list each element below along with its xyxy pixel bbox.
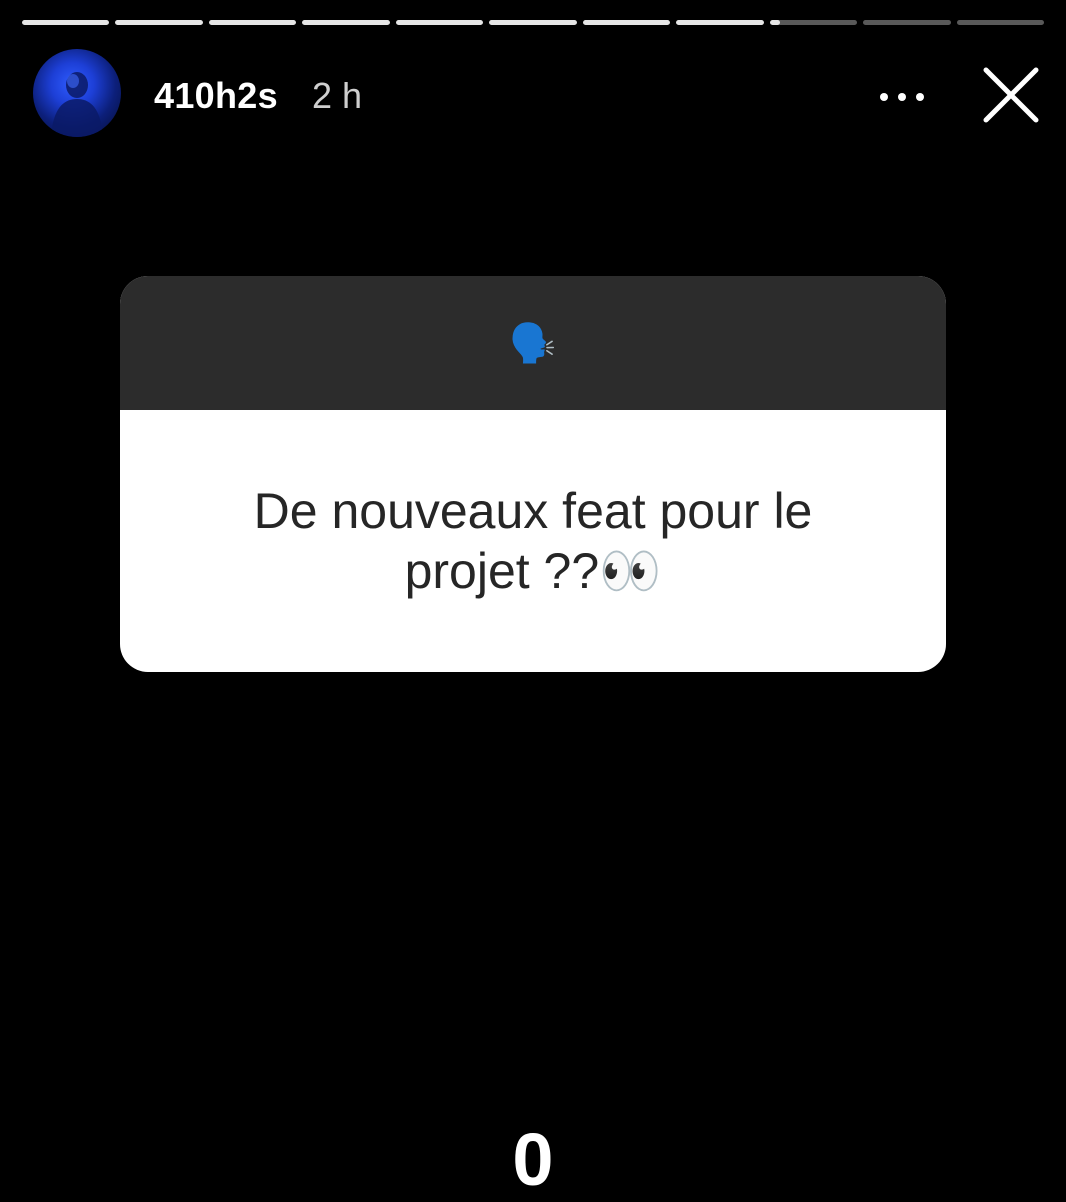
story-progress-segment <box>956 20 1044 25</box>
story-progress-segment <box>302 20 390 25</box>
story-progress-segment <box>769 20 858 25</box>
close-button[interactable] <box>976 62 1046 132</box>
story-progress-fill <box>769 20 781 25</box>
more-options-button[interactable] <box>872 80 932 114</box>
story-progress-segment <box>582 20 671 25</box>
avatar[interactable] <box>33 49 121 137</box>
question-text: De nouveaux feat pour le projet ??👀 <box>253 483 813 599</box>
story-progress-bar <box>22 20 1044 25</box>
story-progress-fill <box>582 20 671 25</box>
close-icon <box>983 67 1039 123</box>
question-sticker-header: 🗣️ <box>120 276 946 410</box>
story-progress-fill <box>208 20 297 25</box>
speaking-head-icon: 🗣️ <box>509 320 557 365</box>
story-progress-fill <box>489 20 577 25</box>
avatar-silhouette <box>51 72 103 137</box>
story-progress-segment <box>395 20 484 25</box>
story-progress-segment <box>489 20 577 25</box>
story-progress-segment <box>115 20 203 25</box>
story-progress-segment <box>208 20 297 25</box>
question-sticker-body: De nouveaux feat pour le projet ??👀 <box>120 410 946 672</box>
story-progress-segment <box>863 20 951 25</box>
reply-count: 0 <box>512 1118 554 1201</box>
story-progress-fill <box>115 20 203 25</box>
username[interactable]: 410h2s <box>154 74 278 118</box>
story-progress-segment <box>676 20 764 25</box>
question-sticker: 🗣️ De nouveaux feat pour le projet ??👀 <box>120 276 946 672</box>
timestamp: 2 h <box>312 75 363 116</box>
story-progress-fill <box>302 20 390 25</box>
story-progress-segment <box>22 20 110 25</box>
story-progress-fill <box>395 20 484 25</box>
story-progress-fill <box>22 20 110 25</box>
story-progress-fill <box>676 20 764 25</box>
more-horizontal-icon <box>880 93 924 101</box>
